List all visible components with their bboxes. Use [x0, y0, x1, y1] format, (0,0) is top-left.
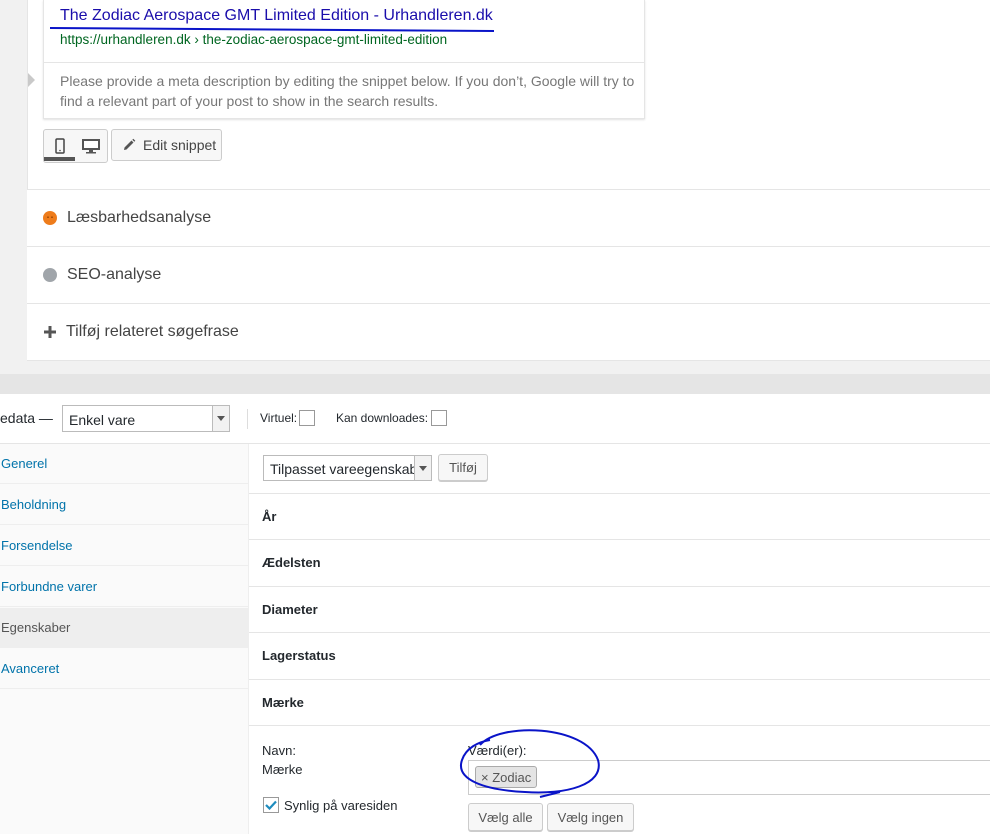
tab-general[interactable]: Generel [0, 444, 248, 484]
desktop-icon [81, 139, 100, 154]
tab-shipping[interactable]: Forsendelse [0, 526, 248, 566]
add-attribute-button[interactable]: Tilføj [438, 454, 488, 481]
attribute-row-brand[interactable]: Mærke [249, 679, 990, 725]
attribute-row-diameter[interactable]: Diameter [249, 586, 990, 632]
tab-advanced[interactable]: Avanceret [0, 649, 248, 689]
token-label: × Zodiac [481, 769, 532, 785]
select-none-button[interactable]: Vælg ingen [547, 803, 634, 831]
checkmark-icon [265, 800, 277, 810]
snippet-title[interactable]: The Zodiac Aerospace GMT Limited Edition… [60, 7, 493, 25]
product-data-label: edata — [0, 410, 53, 426]
tab-linked-products[interactable]: Forbundne varer [0, 567, 248, 607]
product-data-tabs: Generel Beholdning Forsendelse Forbundne… [0, 444, 249, 834]
divider [44, 62, 644, 63]
attribute-row-gemstone[interactable]: Ædelsten [249, 539, 990, 585]
visible-checkbox[interactable] [263, 797, 279, 813]
tab-inventory[interactable]: Beholdning [0, 485, 248, 525]
collapse-arrow-icon[interactable] [28, 73, 35, 87]
virtual-checkbox[interactable] [299, 410, 316, 426]
attribute-row-year[interactable]: År [249, 493, 990, 539]
attribute-name-value: Mærke [262, 762, 303, 777]
related-keyphrase-label: Tilføj relateret søgefrase [66, 323, 239, 340]
mobile-icon [54, 138, 65, 154]
edit-snippet-label: Edit snippet [143, 137, 217, 153]
chevron-down-icon [212, 406, 229, 431]
active-device-indicator [44, 157, 75, 161]
visible-on-product-page-option: Synlig på varesiden [263, 797, 397, 813]
readability-analysis-row[interactable]: Læsbarhedsanalyse [27, 189, 990, 246]
value-token-zodiac[interactable]: × Zodiac [475, 766, 538, 788]
attribute-values-input[interactable]: × Zodiac [468, 760, 990, 795]
visible-label: Synlig på varesiden [284, 797, 398, 813]
attribute-values-label: Værdi(er): [468, 743, 527, 758]
downloadable-label: Kan downloades: [336, 411, 429, 425]
attribute-type-select[interactable]: Tilpasset vareegenskab [263, 455, 432, 481]
plus-icon [44, 326, 56, 338]
attribute-row-stock-status[interactable]: Lagerstatus [249, 632, 990, 678]
virtual-label: Virtuel: [260, 411, 298, 425]
downloadable-checkbox[interactable] [431, 410, 448, 426]
google-snippet-preview[interactable]: The Zodiac Aerospace GMT Limited Edition… [43, 0, 645, 119]
seo-label: SEO-analyse [67, 266, 162, 283]
readability-status-icon [43, 211, 57, 225]
snippet-url: https://urhandleren.dk › the-zodiac-aero… [60, 32, 448, 47]
panel-separator [0, 374, 990, 394]
seo-analysis-row[interactable]: SEO-analyse [27, 246, 990, 303]
attribute-name-label: Navn: [262, 743, 296, 758]
virtual-option: Virtuel: [260, 410, 316, 426]
product-type-select[interactable]: Enkel vare [62, 405, 230, 432]
downloadable-option: Kan downloades: [336, 410, 448, 426]
select-all-button[interactable]: Vælg alle [468, 803, 543, 831]
product-type-value: Enkel vare [69, 412, 136, 428]
divider [249, 725, 990, 726]
attribute-type-value: Tilpasset vareegenskab [270, 461, 418, 477]
edit-snippet-button[interactable]: Edit snippet [111, 129, 222, 161]
snippet-description[interactable]: Please provide a meta description by edi… [60, 71, 635, 111]
seo-status-icon [43, 268, 57, 282]
tab-attributes[interactable]: Egenskaber [0, 608, 248, 648]
add-related-keyphrase-row[interactable]: Tilføj relateret søgefrase [27, 303, 990, 360]
divider [247, 409, 248, 429]
chevron-down-icon [414, 456, 431, 480]
readability-label: Læsbarhedsanalyse [67, 209, 212, 226]
pencil-icon [124, 138, 136, 150]
desktop-preview-button[interactable] [75, 130, 106, 162]
